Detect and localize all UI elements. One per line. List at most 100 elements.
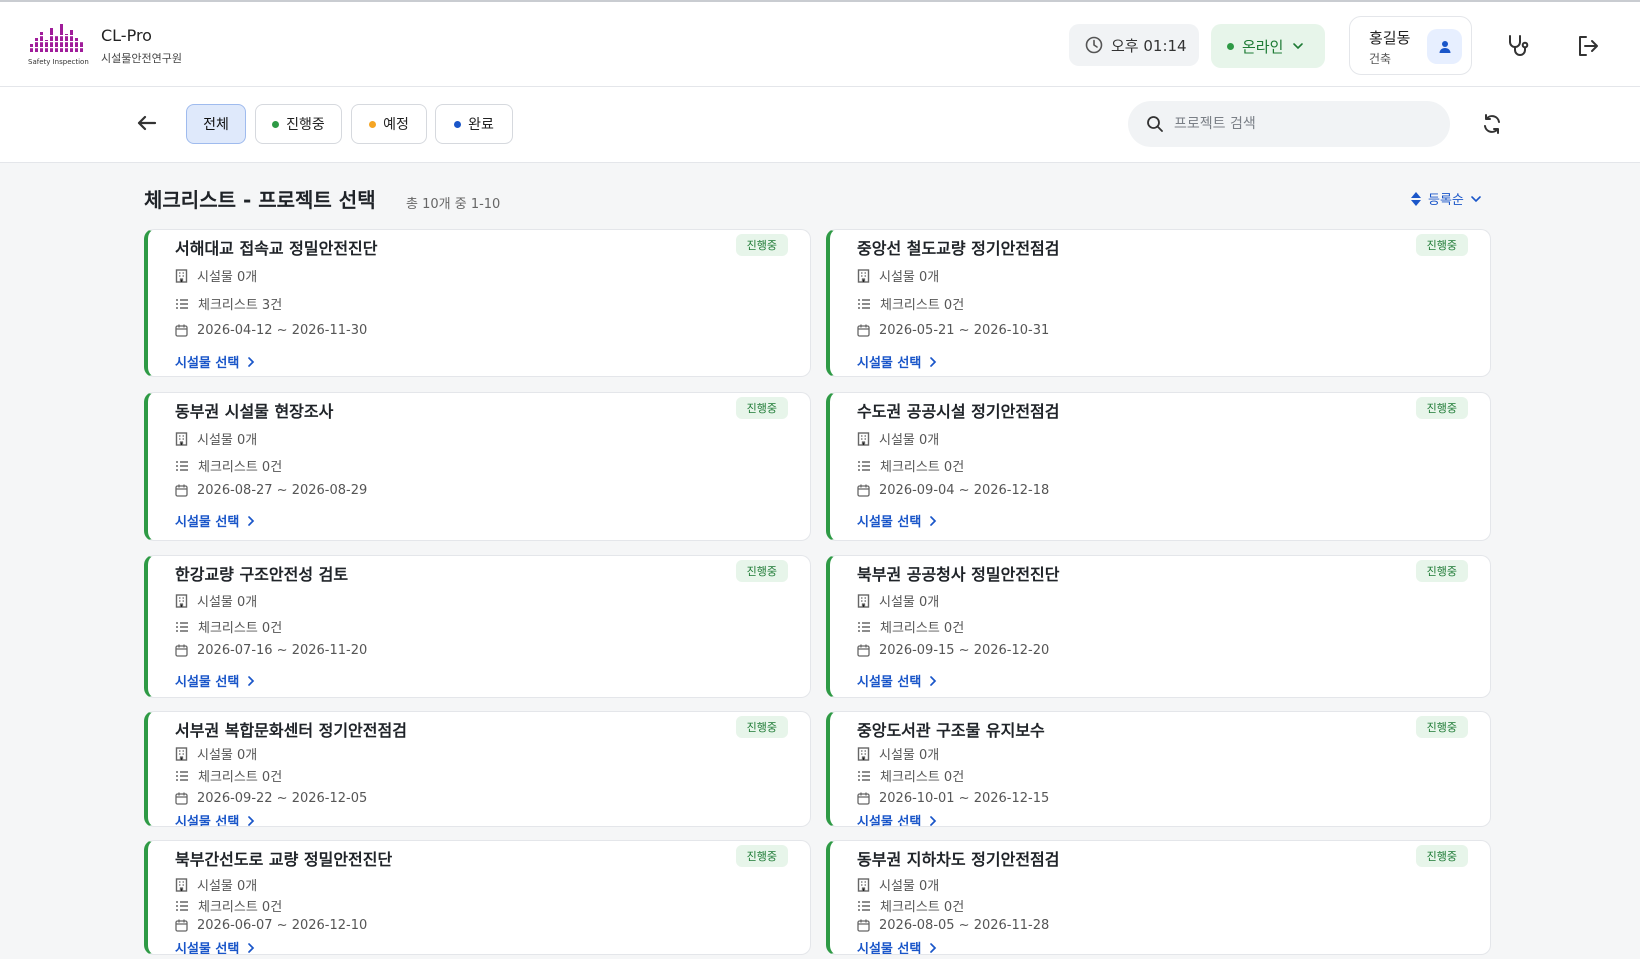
checklist-count: 체크리스트 0건 [175, 456, 282, 475]
project-period: 2026-08-05 ~ 2026-11-28 [857, 918, 1049, 933]
result-count: 총 10개 중 1-10 [406, 197, 501, 212]
project-card[interactable]: 중앙도서관 구조물 유지보수 진행중 시설물 0개 체크리스트 0건 2026-… [826, 711, 1491, 827]
app-header: Safety Inspection CL-Pro 시설물안전연구원 오후 01:… [0, 0, 1640, 87]
select-facility-link[interactable]: 시설물 선택 [175, 938, 256, 954]
project-period: 2026-09-22 ~ 2026-12-05 [175, 791, 367, 806]
checklist-count: 체크리스트 0건 [175, 896, 282, 915]
project-card[interactable]: 북부간선도로 교량 정밀안전진단 진행중 시설물 0개 체크리스트 0건 202… [144, 840, 811, 955]
project-card[interactable]: 서해대교 접속교 정밀안전진단 진행중 시설물 0개 체크리스트 3건 2026… [144, 229, 811, 377]
checklist-text: 체크리스트 0건 [880, 900, 965, 915]
filter-done[interactable]: 완료 [435, 104, 513, 144]
building-icon [857, 877, 870, 892]
project-card[interactable]: 서부권 복합문화센터 정기안전점검 진행중 시설물 0개 체크리스트 0건 20… [144, 711, 811, 827]
green-dot-icon [272, 120, 280, 128]
period-text: 2026-04-12 ~ 2026-11-30 [197, 323, 368, 338]
list-icon [858, 460, 870, 471]
user-profile-button[interactable]: 홍길동 건축 [1349, 16, 1472, 75]
checklist-text: 체크리스트 0건 [880, 298, 965, 313]
project-card[interactable]: 동부권 시설물 현장조사 진행중 시설물 0개 체크리스트 0건 2026-08… [144, 392, 811, 541]
period-text: 2026-08-27 ~ 2026-08-29 [197, 483, 368, 498]
building-icon [175, 746, 188, 761]
logo-bars-icon [28, 24, 88, 52]
checklist-count: 체크리스트 0건 [857, 617, 964, 636]
status-badge: 진행중 [735, 716, 788, 738]
select-facility-link[interactable]: 시설물 선택 [857, 811, 938, 826]
select-facility-link[interactable]: 시설물 선택 [857, 938, 938, 954]
filter-all[interactable]: 전체 [186, 104, 246, 144]
chevron-right-icon [248, 356, 255, 367]
online-dot-icon [1227, 42, 1234, 50]
checklist-text: 체크리스트 0건 [198, 900, 283, 915]
filter-in-progress[interactable]: 진행중 [255, 104, 342, 144]
project-title: 북부권 공공청사 정밀안전진단 [857, 565, 1060, 584]
status-badge: 진행중 [735, 234, 788, 256]
checklist-text: 체크리스트 0건 [198, 621, 283, 636]
period-text: 2026-09-22 ~ 2026-12-05 [197, 791, 368, 806]
list-icon [176, 900, 188, 911]
status-badge: 진행중 [735, 845, 788, 867]
checklist-text: 체크리스트 3건 [198, 298, 283, 313]
list-icon [176, 770, 188, 781]
project-title: 동부권 시설물 현장조사 [175, 402, 334, 421]
period-text: 2026-09-04 ~ 2026-12-18 [879, 483, 1050, 498]
brand-org: 시설물안전연구원 [101, 52, 182, 65]
project-period: 2026-04-12 ~ 2026-11-30 [175, 323, 367, 338]
facility-count: 시설물 0개 [857, 591, 939, 610]
select-facility-label: 시설물 선택 [857, 356, 922, 371]
project-card[interactable]: 한강교량 구조안전성 검토 진행중 시설물 0개 체크리스트 0건 2026-0… [144, 555, 811, 698]
sort-dropdown[interactable]: 등록순 [1410, 189, 1482, 208]
period-text: 2026-08-05 ~ 2026-11-28 [879, 918, 1050, 933]
search-input[interactable] [1174, 116, 1424, 132]
select-facility-label: 시설물 선택 [175, 515, 240, 530]
select-facility-label: 시설물 선택 [175, 675, 240, 690]
checklist-count: 체크리스트 0건 [857, 294, 964, 313]
status-badge: 진행중 [1415, 560, 1468, 582]
project-title: 서부권 복합문화센터 정기안전점검 [175, 721, 407, 740]
select-facility-link[interactable]: 시설물 선택 [857, 511, 938, 530]
building-icon [857, 431, 870, 446]
back-button[interactable] [133, 109, 161, 137]
status-badge: 진행중 [1415, 716, 1468, 738]
stethoscope-icon [1509, 35, 1529, 56]
checklist-text: 체크리스트 0건 [880, 770, 965, 785]
select-facility-link[interactable]: 시설물 선택 [175, 671, 256, 690]
project-search[interactable] [1128, 101, 1450, 147]
select-facility-link[interactable]: 시설물 선택 [175, 352, 256, 371]
page-title: 체크리스트 - 프로젝트 선택 [144, 188, 376, 212]
project-card[interactable]: 수도권 공공시설 정기안전점검 진행중 시설물 0개 체크리스트 0건 2026… [826, 392, 1491, 541]
arrow-left-icon [137, 115, 157, 131]
logout-button[interactable] [1574, 32, 1602, 60]
search-icon [1147, 116, 1163, 132]
project-card[interactable]: 중앙선 철도교량 정기안전점검 진행중 시설물 0개 체크리스트 0건 2026… [826, 229, 1491, 377]
select-facility-link[interactable]: 시설물 선택 [857, 671, 938, 690]
select-facility-link[interactable]: 시설물 선택 [175, 511, 256, 530]
status-dropdown[interactable]: 온라인 [1211, 24, 1325, 68]
facility-text: 시설물 0개 [879, 595, 940, 610]
calendar-icon [175, 644, 188, 657]
project-title: 한강교량 구조안전성 검토 [175, 565, 349, 584]
stethoscope-button[interactable] [1504, 32, 1532, 60]
facility-count: 시설물 0개 [857, 744, 939, 763]
project-period: 2026-08-27 ~ 2026-08-29 [175, 483, 367, 498]
checklist-count: 체크리스트 0건 [175, 766, 282, 785]
project-card[interactable]: 동부권 지하차도 정기안전점검 진행중 시설물 0개 체크리스트 0건 2026… [826, 840, 1491, 955]
filter-label: 예정 [383, 117, 409, 133]
select-facility-link[interactable]: 시설물 선택 [857, 352, 938, 371]
facility-text: 시설물 0개 [197, 433, 258, 448]
blue-dot-icon [454, 120, 462, 128]
filter-planned[interactable]: 예정 [351, 104, 427, 144]
project-period: 2026-09-15 ~ 2026-12-20 [857, 643, 1049, 658]
chevron-right-icon [930, 356, 937, 367]
calendar-icon [175, 324, 188, 337]
status-badge: 진행중 [1415, 234, 1468, 256]
refresh-button[interactable] [1478, 110, 1506, 138]
project-period: 2026-09-04 ~ 2026-12-18 [857, 483, 1049, 498]
facility-text: 시설물 0개 [197, 595, 258, 610]
calendar-icon [175, 792, 188, 805]
period-text: 2026-10-01 ~ 2026-12-15 [879, 791, 1050, 806]
building-icon [857, 593, 870, 608]
clock-display: 오후 01:14 [1069, 24, 1199, 66]
facility-text: 시설물 0개 [879, 270, 940, 285]
project-card[interactable]: 북부권 공공청사 정밀안전진단 진행중 시설물 0개 체크리스트 0건 2026… [826, 555, 1491, 698]
select-facility-link[interactable]: 시설물 선택 [175, 811, 256, 826]
